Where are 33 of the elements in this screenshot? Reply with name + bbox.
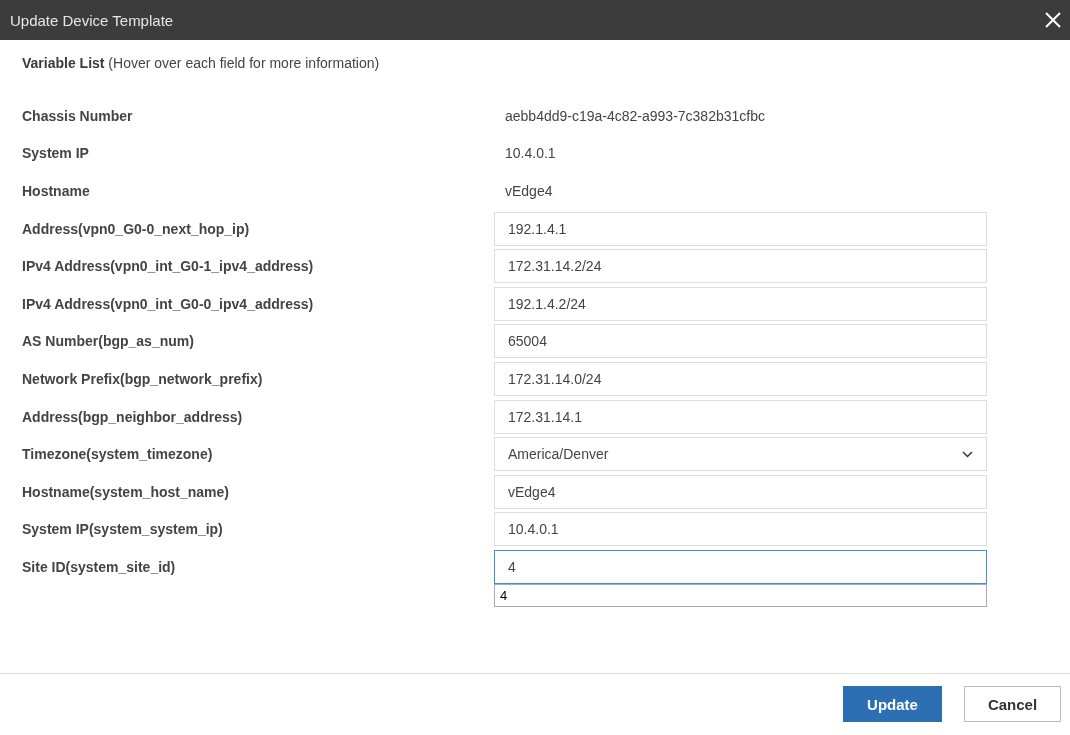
input-field[interactable]: 10.4.0.1 bbox=[494, 512, 987, 547]
field-label: AS Number(bgp_as_num) bbox=[22, 333, 195, 350]
input-field[interactable]: 172.31.14.0/24 bbox=[494, 361, 987, 396]
dropdown-field[interactable]: America/Denver bbox=[494, 437, 987, 472]
field-label: Hostname(system_host_name) bbox=[22, 483, 230, 500]
field-label: System IP bbox=[22, 145, 90, 162]
field-value: aebb4dd9-c19a-4c82-a993-7c382b31cfbc bbox=[504, 107, 766, 124]
input-field[interactable]: 4 bbox=[494, 549, 987, 584]
field-label: System IP(system_system_ip) bbox=[22, 521, 224, 538]
input-field[interactable]: 172.31.14.2/24 bbox=[494, 249, 987, 284]
field-label: Timezone(system_timezone) bbox=[22, 446, 214, 463]
input-field[interactable]: vEdge4 bbox=[494, 474, 987, 509]
window-title: Update Device Template bbox=[10, 11, 174, 29]
input-field[interactable]: 172.31.14.1 bbox=[494, 399, 987, 434]
input-field[interactable]: 65004 bbox=[494, 324, 987, 359]
field-value: vEdge4 bbox=[504, 183, 554, 199]
input-field[interactable]: 192.1.4.2/24 bbox=[494, 286, 987, 321]
field-label: Chassis Number bbox=[22, 107, 134, 124]
section-heading: Variable List (Hover over each field for more information) bbox=[22, 55, 381, 73]
autocomplete-option[interactable]: 4 bbox=[495, 584, 986, 606]
field-label: Address(bgp_neighbor_address) bbox=[22, 408, 244, 425]
field-label: IPv4 Address(vpn0_int_G0-0_ipv4_address) bbox=[22, 295, 315, 312]
field-label: Hostname bbox=[22, 183, 91, 199]
close-icon[interactable] bbox=[1044, 11, 1062, 29]
update-button[interactable]: Update bbox=[843, 686, 942, 722]
field-label: Address(vpn0_G0-0_next_hop_ip) bbox=[22, 220, 251, 237]
cancel-button[interactable]: Cancel bbox=[964, 686, 1061, 722]
field-value: 10.4.0.1 bbox=[504, 145, 557, 162]
field-label: Site ID(system_site_id) bbox=[22, 558, 177, 575]
chevron-down-icon bbox=[962, 450, 973, 458]
field-label: IPv4 Address(vpn0_int_G0-1_ipv4_address) bbox=[22, 258, 315, 275]
input-field[interactable]: 192.1.4.1 bbox=[494, 211, 987, 246]
field-label: Network Prefix(bgp_network_prefix) bbox=[22, 370, 264, 387]
